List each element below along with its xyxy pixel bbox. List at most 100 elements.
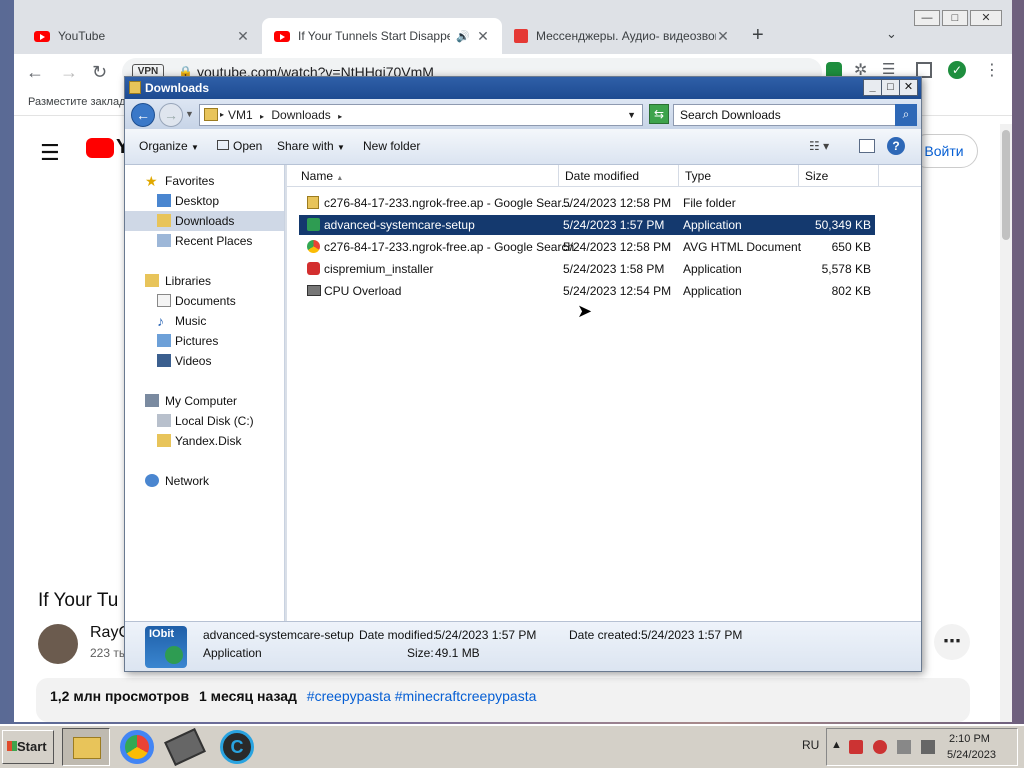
maximize-button[interactable]: □ [881, 79, 900, 96]
nav-libraries[interactable]: Libraries [125, 271, 284, 291]
taskbar-explorer[interactable] [62, 728, 110, 766]
close-icon[interactable]: ✕ [236, 28, 250, 45]
start-button[interactable]: Start [2, 730, 54, 764]
more-icon[interactable]: ⋯ [934, 624, 970, 660]
nav-desktop[interactable]: Desktop [125, 191, 284, 211]
tray-network-icon[interactable] [897, 740, 911, 754]
shield-icon[interactable]: ✓ [948, 61, 966, 79]
refresh-icon[interactable]: ⇆ [649, 104, 669, 124]
back-icon[interactable]: ← [131, 103, 155, 127]
reload-icon[interactable]: ↻ [92, 62, 107, 83]
scroll-thumb[interactable] [1002, 130, 1010, 240]
column-date[interactable]: Date modified [559, 165, 679, 187]
column-size[interactable]: Size [799, 165, 879, 187]
nav-label: Videos [175, 354, 212, 368]
nav-network[interactable]: Network [125, 471, 284, 491]
search-icon[interactable]: ⌕ [895, 104, 917, 126]
nav-label: Music [175, 314, 207, 328]
tray-volume-icon[interactable] [921, 740, 935, 754]
taskbar-cpu-overload[interactable] [164, 728, 206, 766]
nav-yandex-disk[interactable]: Yandex.Disk [125, 431, 284, 451]
youtube-logo-icon[interactable] [86, 138, 114, 158]
chevron-icon[interactable]: ▸ [338, 112, 342, 121]
nav-recent-places[interactable]: Recent Places [125, 231, 284, 251]
video-description[interactable]: 1,2 млн просмотров 1 месяц назад #creepy… [36, 678, 970, 722]
tray-security-icon[interactable] [873, 740, 887, 754]
open-button[interactable]: Open [217, 139, 262, 153]
file-row[interactable]: cispremium_installer 5/24/2023 1:58 PM A… [299, 259, 875, 279]
hamburger-icon[interactable]: ☰ [40, 140, 60, 166]
maximize-button[interactable]: □ [942, 10, 968, 26]
breadcrumb-vm1[interactable]: VM1 [228, 108, 253, 122]
close-icon[interactable]: ✕ [716, 28, 730, 45]
nav-videos[interactable]: Videos [125, 351, 284, 371]
nav-music[interactable]: ♪ Music [125, 311, 284, 331]
column-name[interactable]: Name ▲ [295, 165, 559, 187]
close-icon[interactable]: ✕ [476, 28, 490, 45]
taskbar-ccleaner[interactable]: C [220, 730, 254, 764]
breadcrumb[interactable]: ▸ VM1 ▸ Downloads ▸ ▼ [199, 104, 643, 126]
preview-pane-icon[interactable] [859, 139, 875, 153]
close-button[interactable]: ✕ [970, 10, 1002, 26]
comodo-icon [307, 262, 320, 275]
column-type[interactable]: Type [679, 165, 799, 187]
speaker-icon[interactable]: 🔊 [456, 30, 470, 43]
back-icon[interactable]: ← [26, 62, 44, 83]
nav-downloads[interactable]: Downloads [125, 211, 284, 231]
nav-documents[interactable]: Documents [125, 291, 284, 311]
chevron-icon[interactable]: ▸ [260, 112, 264, 121]
minimize-button[interactable]: _ [863, 79, 882, 96]
search-input[interactable]: Search Downloads [673, 104, 917, 126]
file-date: 5/24/2023 12:58 PM [563, 196, 672, 210]
forward-icon[interactable]: → [60, 62, 78, 83]
nav-pictures[interactable]: Pictures [125, 331, 284, 351]
file-row-selected[interactable]: advanced-systemcare-setup 5/24/2023 1:57… [299, 215, 875, 235]
system-tray: ▲ 2:10 PM 5/24/2023 [826, 728, 1018, 766]
clock-time[interactable]: 2:10 PM [949, 733, 990, 745]
address-dropdown-icon[interactable]: ▼ [627, 105, 636, 125]
tray-expand-icon[interactable]: ▲ [831, 739, 842, 751]
breadcrumb-downloads[interactable]: Downloads [271, 108, 330, 122]
close-button[interactable]: ✕ [899, 79, 918, 96]
menu-icon[interactable]: ⋮ [984, 60, 1000, 80]
nav-favorites[interactable]: ★ Favorites [125, 171, 284, 191]
avatar[interactable] [38, 624, 78, 664]
taskbar: Start C RU ▲ 2:10 PM 5/24/2023 [0, 724, 1024, 768]
file-row[interactable]: c276-84-17-233.ngrok-free.ap - Google Se… [299, 237, 875, 257]
file-row[interactable]: c276-84-17-233.ngrok-free.ap - Google Se… [299, 193, 875, 213]
share-button[interactable]: Share with ▼ [277, 139, 345, 153]
scrollbar[interactable] [1000, 124, 1012, 722]
tab-messengers[interactable]: Мессенджеры. Аудио- видеозвонки ✕ [502, 18, 742, 54]
file-list: Name ▲ Date modified Type Size c276-84-1… [287, 165, 921, 621]
help-icon[interactable]: ? [887, 137, 905, 155]
nav-local-disk[interactable]: Local Disk (C:) [125, 411, 284, 431]
tab-search-icon[interactable]: ⌄ [886, 26, 897, 42]
clock-date[interactable]: 5/24/2023 [947, 749, 996, 761]
taskbar-chrome[interactable] [120, 730, 154, 764]
tab-youtube[interactable]: YouTube ✕ [22, 18, 262, 54]
history-dropdown-icon[interactable]: ▼ [185, 109, 194, 119]
tray-alert-icon[interactable] [849, 740, 863, 754]
nav-label: Desktop [175, 194, 220, 208]
new-folder-button[interactable]: New folder [363, 139, 420, 153]
star-icon: ★ [145, 173, 158, 189]
new-tab-button[interactable]: + [752, 24, 764, 47]
nav-my-computer[interactable]: My Computer [125, 391, 284, 411]
chevron-down-icon: ▼ [337, 143, 345, 152]
file-type: AVG HTML Document [683, 240, 802, 254]
mouse-cursor-icon: ➤ [577, 301, 593, 321]
explorer-titlebar[interactable]: Downloads _ □ ✕ [125, 77, 921, 99]
minimize-button[interactable]: — [914, 10, 940, 26]
file-row[interactable]: CPU Overload 5/24/2023 12:54 PM Applicat… [299, 281, 875, 301]
language-indicator[interactable]: RU [802, 738, 819, 752]
address-row: ← → ▼ ▸ VM1 ▸ Downloads ▸ ▼ ⇆ Search Dow… [125, 99, 921, 129]
folder-icon [307, 196, 319, 209]
forward-icon[interactable]: → [159, 103, 183, 127]
hashtags[interactable]: #creepypasta #minecraftcreepypasta [307, 688, 537, 704]
tab-video[interactable]: If Your Tunnels Start Disappeari 🔊 ✕ [262, 18, 502, 54]
view-options-icon[interactable]: ☷ ▾ [809, 139, 829, 153]
organize-label: Organize [139, 139, 188, 153]
organize-button[interactable]: Organize ▼ [139, 139, 199, 153]
nav-label: Favorites [165, 174, 215, 188]
chevron-icon[interactable]: ▸ [220, 105, 224, 125]
